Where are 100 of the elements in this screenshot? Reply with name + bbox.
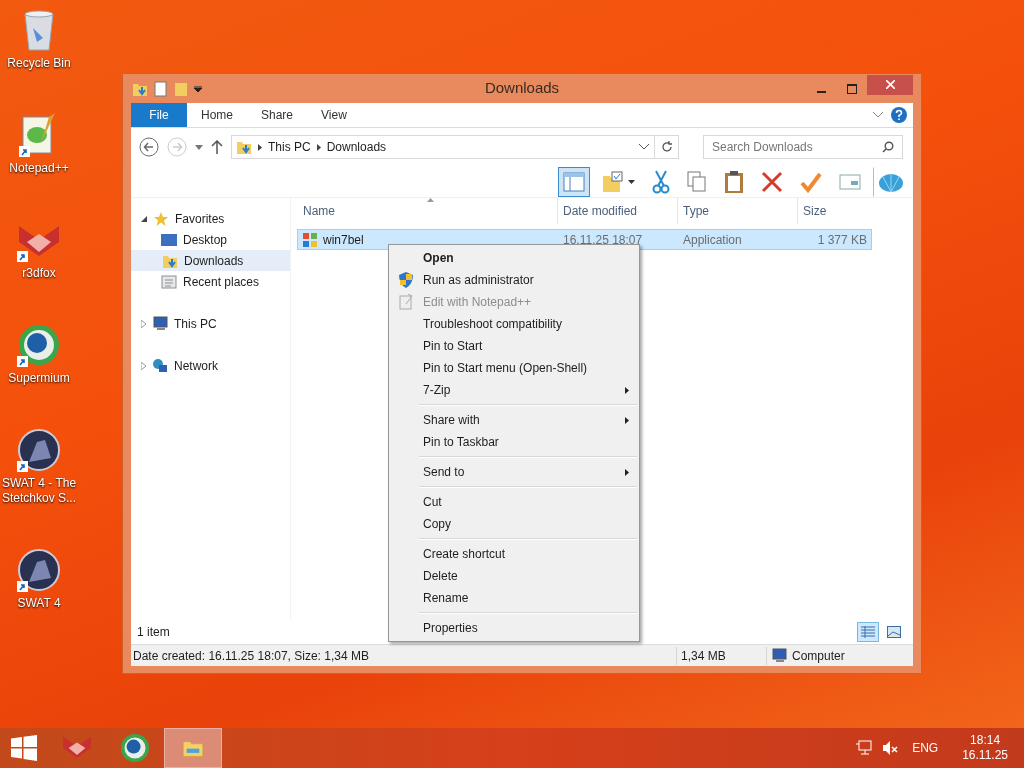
globe-icon	[119, 732, 151, 764]
refresh-icon[interactable]	[660, 141, 673, 153]
menu-item[interactable]: Rename	[389, 587, 639, 609]
view-button[interactable]	[857, 621, 879, 642]
submenu-arrow-icon	[625, 416, 629, 424]
shield-icon	[399, 272, 413, 288]
expand-arrow-icon[interactable]	[141, 361, 146, 370]
menu-item[interactable]: Run as administrator	[389, 269, 639, 291]
card-icon	[839, 172, 861, 191]
menu-item[interactable]: Properties	[389, 617, 639, 639]
muted-speaker-icon[interactable]	[882, 740, 899, 756]
shortcut-arrow-icon	[17, 356, 28, 367]
nav-item[interactable]: Network	[131, 355, 290, 376]
menu-item[interactable]: Share with	[389, 409, 639, 431]
menu-item[interactable]: Send to	[389, 461, 639, 483]
clipboard-icon	[724, 169, 744, 194]
ribbon-tab[interactable]: Home	[187, 103, 247, 127]
recent-dropdown-icon[interactable]	[195, 144, 203, 150]
menu-item[interactable]: Pin to Taskbar	[389, 431, 639, 453]
dropdown-caret-icon[interactable]	[639, 144, 649, 150]
collapse-arrow-icon[interactable]	[141, 215, 147, 222]
menu-item[interactable]: Copy	[389, 513, 639, 535]
column-header[interactable]: Size	[797, 198, 905, 224]
details-view-icon	[861, 625, 875, 638]
breadcrumb[interactable]: Downloads	[326, 138, 387, 156]
computer-icon	[771, 647, 787, 664]
breadcrumb[interactable]: This PC	[268, 138, 311, 156]
table-cell-text: 16.11.25 18:07	[562, 231, 644, 249]
address-bar[interactable]: This PC Downloads	[231, 135, 679, 159]
computer-icon	[152, 315, 168, 332]
search-input[interactable]: Search Downloads	[712, 138, 882, 156]
maximize-icon[interactable]	[847, 83, 857, 94]
checkmark-icon	[800, 170, 822, 193]
network-status-icon[interactable]	[856, 740, 873, 756]
column-header[interactable]: Name	[297, 198, 557, 224]
ribbon-tab[interactable]: File	[131, 103, 187, 127]
expand-arrow-icon[interactable]	[141, 319, 146, 328]
nav-item[interactable]: Downloads	[131, 250, 290, 271]
up-arrow-icon[interactable]	[211, 140, 223, 154]
network-icon	[152, 357, 168, 374]
menu-item[interactable]: Pin to Start menu (Open-Shell)	[389, 357, 639, 379]
download-folder-icon	[236, 139, 252, 155]
item-count: 1 item	[137, 623, 170, 641]
application-icon	[302, 231, 318, 248]
properties-icon[interactable]	[154, 80, 168, 97]
nav-item[interactable]: Desktop	[131, 229, 290, 250]
notepad-icon	[399, 294, 413, 310]
sort-arrow-icon	[427, 198, 434, 202]
language-indicator[interactable]: ENG	[908, 739, 943, 757]
shortcut-arrow-icon	[17, 581, 28, 592]
thumbnail-view-icon	[887, 625, 901, 638]
search-icon	[882, 141, 894, 153]
desktop-icon-label[interactable]: SWAT 4	[17, 596, 61, 611]
dropdown-caret-icon[interactable]	[194, 85, 202, 92]
breadcrumb-arrow-icon[interactable]	[258, 143, 262, 151]
submenu-arrow-icon	[625, 386, 629, 394]
status-location: Computer	[792, 647, 845, 665]
nav-item[interactable]: Recent places	[131, 271, 290, 292]
clock[interactable]: 18:14 16.11.25	[952, 733, 1008, 763]
back-icon[interactable]	[139, 137, 159, 157]
breadcrumb-arrow-icon[interactable]	[316, 143, 321, 151]
status-size: 1,34 MB	[676, 646, 766, 665]
recent-places-icon	[161, 273, 177, 290]
folder-check-icon	[602, 170, 624, 193]
dropdown-caret-icon	[628, 179, 635, 184]
ribbon-tab[interactable]: Share	[247, 103, 308, 127]
shortcut-arrow-icon	[19, 146, 30, 157]
shortcut-arrow-icon	[17, 251, 28, 262]
toolbar-button[interactable]	[558, 166, 590, 197]
menu-item[interactable]: Delete	[389, 565, 639, 587]
star-icon	[153, 210, 169, 227]
shortcut-arrow-icon	[17, 461, 28, 472]
copy-icon	[687, 170, 707, 193]
menu-item[interactable]: Open	[389, 247, 639, 269]
ribbon-tab[interactable]: View	[307, 103, 361, 127]
expand-ribbon-icon[interactable]	[873, 112, 883, 118]
search-field[interactable]: Search Downloads	[703, 135, 903, 159]
close-icon	[885, 80, 895, 89]
windows-logo-icon	[11, 735, 37, 761]
menu-item[interactable]: Pin to Start	[389, 335, 639, 357]
close-button[interactable]	[867, 74, 913, 95]
menu-item[interactable]: Cut	[389, 491, 639, 513]
help-icon[interactable]	[891, 107, 907, 123]
nav-item[interactable]: This PC	[131, 313, 290, 334]
menu-item[interactable]: Troubleshoot compatibility	[389, 313, 639, 335]
scissors-icon	[652, 169, 670, 194]
delete-x-icon	[761, 170, 783, 193]
status-details: Date created: 16.11.25 18:07, Size: 1,34 MB	[132, 647, 370, 665]
table-cell-text: Application	[682, 231, 743, 249]
desktop-icon-label[interactable]: SWAT 4 - The Stetchkov S...	[0, 476, 78, 506]
menu-item[interactable]: Create shortcut	[389, 543, 639, 565]
column-header[interactable]: Date modified	[557, 198, 677, 224]
menu-item[interactable]: 7-Zip	[389, 379, 639, 401]
preview-pane-icon	[563, 170, 585, 193]
file-name: win7bel	[323, 231, 364, 249]
column-header[interactable]: Type	[677, 198, 797, 224]
submenu-arrow-icon	[625, 468, 629, 476]
window-title: Downloads	[484, 78, 560, 99]
table-cell-text: 1 377 KB	[816, 231, 868, 249]
nav-item[interactable]: Favorites	[131, 208, 290, 229]
